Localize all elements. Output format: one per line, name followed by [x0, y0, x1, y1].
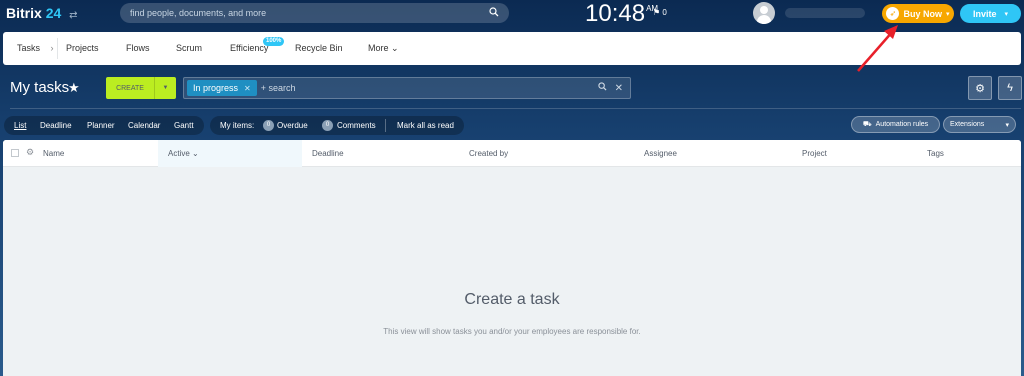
select-all-checkbox[interactable]: [11, 149, 19, 157]
column-project[interactable]: Project: [802, 149, 827, 158]
nav-item-more[interactable]: More ⌄: [368, 43, 399, 54]
logo-number: 24: [45, 5, 62, 21]
top-bar: Bitrix 24 ⇄ 10:48AM ⚑ 0 ➶ Buy Now ▾ Invi…: [0, 0, 1024, 28]
avatar-body: [757, 15, 771, 24]
automation-rules-label: Automation rules: [875, 121, 929, 128]
column-assignee[interactable]: Assignee: [644, 149, 677, 158]
overdue-count-badge: 0: [263, 120, 274, 131]
nav-item-recycle-bin[interactable]: Recycle Bin: [295, 43, 343, 53]
robot-icon: ⛟: [862, 121, 872, 128]
close-icon[interactable]: ✕: [615, 83, 623, 94]
view-planner[interactable]: Planner: [87, 121, 115, 130]
filter-search-input[interactable]: [260, 83, 598, 93]
swap-icon[interactable]: ⇄: [69, 10, 77, 21]
create-button[interactable]: CREATE ▼: [106, 77, 176, 99]
nav-divider: [57, 38, 58, 59]
comments-count-badge: 0: [322, 120, 333, 131]
close-icon[interactable]: ✕: [244, 84, 251, 93]
logo-name: Bitrix: [6, 5, 42, 21]
extensions-label: Extensions: [950, 121, 985, 128]
mark-all-read-link[interactable]: Mark all as read: [397, 121, 454, 130]
chevron-down-icon[interactable]: ▾: [1005, 121, 1009, 129]
filter-chip-label: In progress: [193, 83, 239, 93]
view-calendar[interactable]: Calendar: [128, 121, 160, 130]
nav-item-scrum[interactable]: Scrum: [176, 43, 202, 53]
search-icon[interactable]: [489, 6, 499, 20]
column-deadline[interactable]: Deadline: [312, 149, 344, 158]
nav-bar: Tasks › Projects Flows Scrum 100% Effici…: [3, 32, 1021, 65]
buy-now-label: Buy Now: [903, 8, 942, 19]
table-header: ⚙ Name Active ⌄ Deadline Created by Assi…: [3, 140, 1021, 167]
chevron-right-icon: ›: [50, 43, 54, 53]
avatar-head: [760, 6, 768, 14]
global-search-input[interactable]: [130, 8, 489, 18]
automation-rules-button[interactable]: ⛟ Automation rules: [851, 116, 940, 133]
clock-time: 10:48: [585, 0, 646, 27]
search-icon[interactable]: [597, 82, 607, 94]
gear-icon[interactable]: ⚙: [26, 147, 34, 158]
nav-item-efficiency[interactable]: Efficiency: [230, 43, 268, 53]
rocket-icon: ➶: [886, 7, 900, 20]
star-icon[interactable]: ★: [68, 80, 80, 96]
bitrix24-logo[interactable]: Bitrix 24 ⇄: [6, 5, 78, 21]
column-name[interactable]: Name: [43, 149, 64, 158]
create-label: CREATE: [116, 84, 144, 92]
avatar[interactable]: [753, 2, 775, 24]
column-tags[interactable]: Tags: [927, 149, 944, 158]
view-gantt[interactable]: Gantt: [174, 121, 194, 130]
robots-button[interactable]: ϟ: [998, 76, 1022, 100]
nav-item-projects[interactable]: Projects: [66, 43, 99, 53]
my-items-label: My items:: [220, 121, 255, 130]
comments-filter[interactable]: Comments: [337, 121, 376, 130]
chevron-down-icon: ▾: [1004, 10, 1009, 18]
column-created-by[interactable]: Created by: [469, 149, 508, 158]
clock[interactable]: 10:48AM: [585, 0, 658, 28]
flag-counter[interactable]: ⚑ 0: [653, 8, 667, 17]
buy-now-button[interactable]: ➶ Buy Now ▾: [882, 4, 954, 23]
task-grid: ⚙ Name Active ⌄ Deadline Created by Assi…: [3, 140, 1021, 376]
nav-item-tasks[interactable]: Tasks ›: [17, 43, 54, 53]
nav-item-flows[interactable]: Flows: [126, 43, 150, 53]
chevron-down-icon[interactable]: ▼: [154, 77, 176, 99]
view-list[interactable]: List: [14, 121, 26, 130]
page-title: My tasks: [10, 79, 70, 96]
counters-divider: [385, 119, 386, 132]
task-filter[interactable]: In progress ✕ ✕: [183, 77, 631, 99]
global-search-bar[interactable]: [120, 3, 509, 23]
lightning-icon: ϟ: [1007, 82, 1013, 94]
divider: [10, 108, 1021, 109]
empty-state-subtitle: This view will show tasks you and/or you…: [383, 327, 641, 336]
column-active[interactable]: Active ⌄: [168, 149, 199, 158]
overdue-filter[interactable]: Overdue: [277, 121, 308, 130]
user-name-blurred[interactable]: [785, 8, 865, 18]
view-deadline[interactable]: Deadline: [40, 121, 72, 130]
chevron-down-icon: ▾: [946, 10, 950, 18]
chevron-down-icon: ⌄: [391, 43, 399, 53]
extensions-button[interactable]: Extensions ▾: [943, 116, 1016, 133]
filter-chip-in-progress[interactable]: In progress ✕: [187, 80, 257, 96]
invite-button[interactable]: Invite ▾: [960, 4, 1021, 23]
settings-button[interactable]: ⚙: [968, 76, 992, 100]
empty-state-title: Create a task: [464, 291, 560, 308]
gear-icon: ⚙: [975, 82, 985, 95]
invite-label: Invite: [972, 8, 997, 19]
